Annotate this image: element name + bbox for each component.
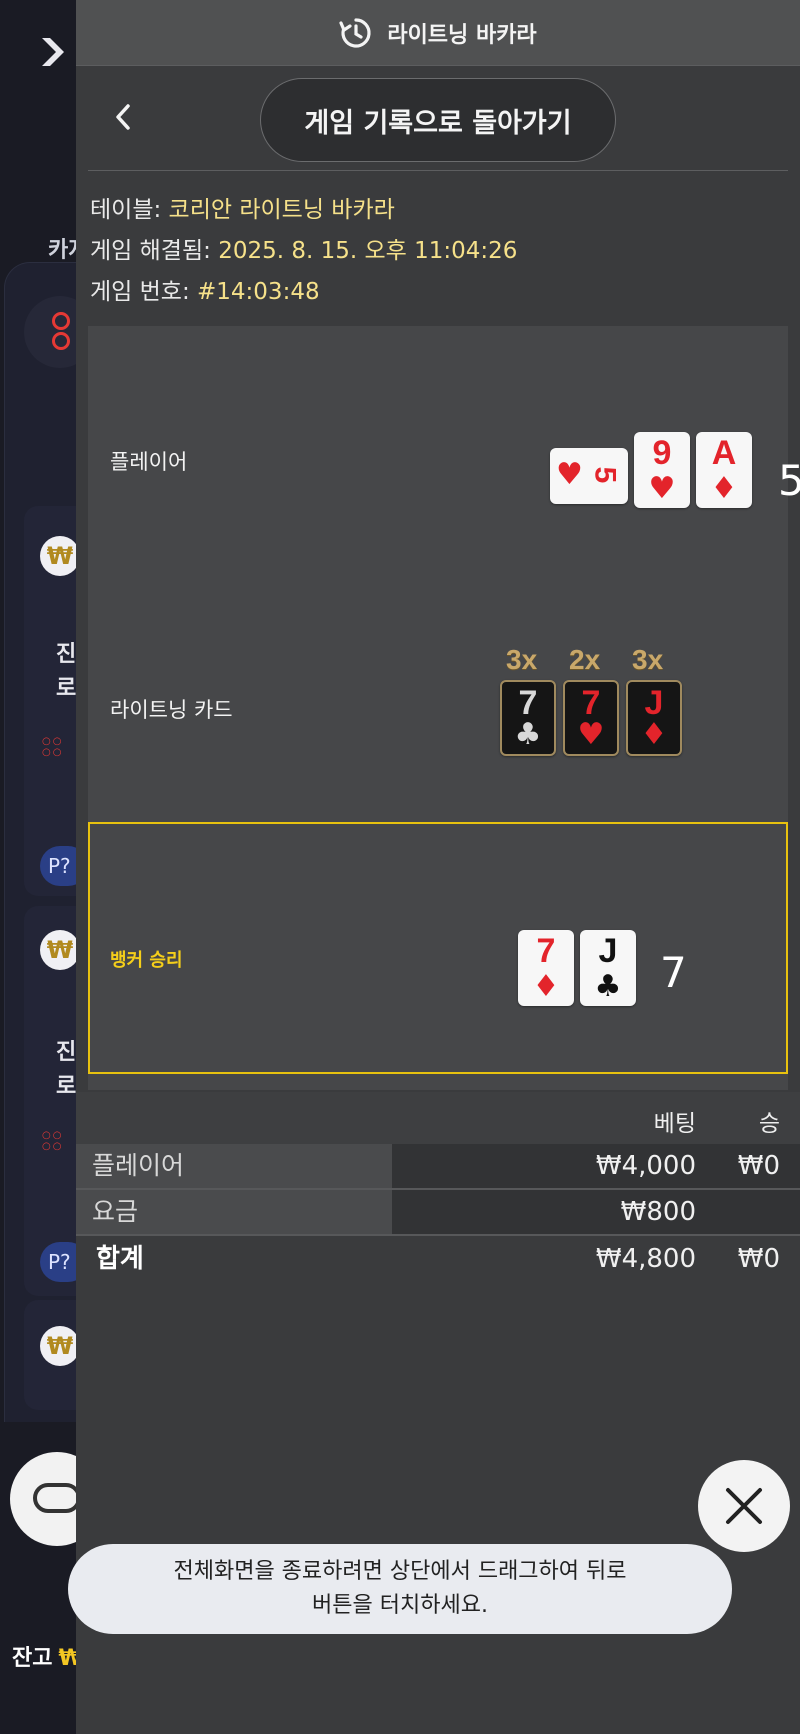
player-card-3: A ♦ (696, 432, 752, 508)
overlay-header: 라이트닝 바카라 (76, 0, 800, 66)
back-to-history-button[interactable]: 게임 기록으로 돌아가기 (260, 78, 616, 162)
lightning-multiplier: 2x (569, 644, 601, 675)
close-button[interactable] (698, 1460, 790, 1552)
table-row: 요금 ₩800 (76, 1190, 800, 1236)
history-icon (339, 17, 371, 48)
lightning-card-3: J ♦ (626, 680, 682, 756)
total-bet-amount: ₩4,800 (595, 1244, 696, 1274)
background-roadmap-dots: ○○ ○○ (42, 736, 64, 758)
banker-win-label: 뱅커 승리 (110, 950, 183, 971)
total-row: 합계 ₩4,800 ₩0 (76, 1236, 800, 1284)
nav-row: 게임 기록으로 돌아가기 (76, 66, 800, 172)
win-amount: ₩0 (737, 1151, 780, 1181)
background-card-text: 진 (56, 642, 77, 667)
table-row: 플레이어 ₩4,000 ₩0 (76, 1144, 800, 1190)
fullscreen-toast: 전체화면을 종료하려면 상단에서 드래그하여 뒤로 버튼을 터치하세요. (68, 1544, 732, 1634)
player-card-2: 9 ♥ (634, 432, 690, 508)
background-coin-icon: ₩ (40, 1326, 80, 1366)
close-icon (726, 1488, 762, 1524)
bets-header: 베팅 승 (76, 1092, 800, 1144)
bet-amount: ₩800 (620, 1197, 696, 1227)
banker-card-2: J ♣ (580, 930, 636, 1006)
lightning-card-1: 7 ♣ (500, 680, 556, 756)
total-win-amount: ₩0 (737, 1244, 780, 1274)
brand-logo-icon (42, 38, 64, 66)
background-roadmap-dots: ○○ ○○ (42, 1130, 64, 1152)
background-coin-icon: ₩ (40, 930, 80, 970)
banker-score: 7 (660, 948, 687, 997)
win-column-header: 승 (758, 1111, 780, 1137)
toast-line-1: 전체화면을 종료하려면 상단에서 드래그하여 뒤로 (173, 1559, 627, 1584)
lightning-multiplier: 3x (632, 644, 664, 675)
player-label: 플레이어 (110, 450, 188, 474)
banker-win-highlight: 뱅커 승리 7 ♦ J ♣ 7 (88, 822, 788, 1074)
chevron-left-icon (116, 104, 130, 130)
player-score: 5 (778, 456, 800, 505)
back-chevron-button[interactable] (106, 100, 140, 134)
background-card-text: 로 (56, 676, 77, 701)
bet-column-header: 베팅 (653, 1111, 696, 1137)
bet-amount: ₩4,000 (595, 1151, 696, 1181)
divider (88, 170, 788, 171)
game-history-overlay: 라이트닝 바카라 게임 기록으로 돌아가기 테이블: 코리안 라이트닝 바카라 … (76, 0, 800, 1734)
background-card-text: 로 (56, 1074, 77, 1099)
bet-name: 플레이어 (76, 1144, 392, 1188)
lightning-multiplier: 3x (506, 644, 538, 675)
total-label: 합계 (96, 1244, 144, 1274)
resolved-info: 게임 해결됨: 2025. 8. 15. 오후 11:04:26 (90, 238, 518, 264)
toast-line-2: 버튼을 터치하세요. (312, 1593, 488, 1618)
banker-card-1: 7 ♦ (518, 930, 574, 1006)
overlay-title: 라이트닝 바카라 (387, 22, 537, 48)
bets-table: 베팅 승 플레이어 ₩4,000 ₩0 요금 ₩800 합계 ₩4,800 ₩0 (76, 1092, 800, 1284)
background-coin-icon: ₩ (40, 536, 80, 576)
result-board: 플레이어 5 ♥ 9 ♥ A ♦ 5 라이트닝 카드 3x 2x 3x 7 ♣ … (88, 326, 800, 1090)
lightning-card-2: 7 ♥ (563, 680, 619, 756)
table-info: 테이블: 코리안 라이트닝 바카라 (90, 197, 395, 223)
game-number-info: 게임 번호: #14:03:48 (90, 279, 320, 305)
background-card-text: 진 (56, 1040, 77, 1065)
game-info: 테이블: 코리안 라이트닝 바카라 게임 해결됨: 2025. 8. 15. 오… (76, 172, 800, 313)
player-card-1: 5 ♥ (550, 448, 628, 504)
bet-name: 요금 (76, 1190, 392, 1234)
lightning-label: 라이트닝 카드 (110, 698, 233, 722)
